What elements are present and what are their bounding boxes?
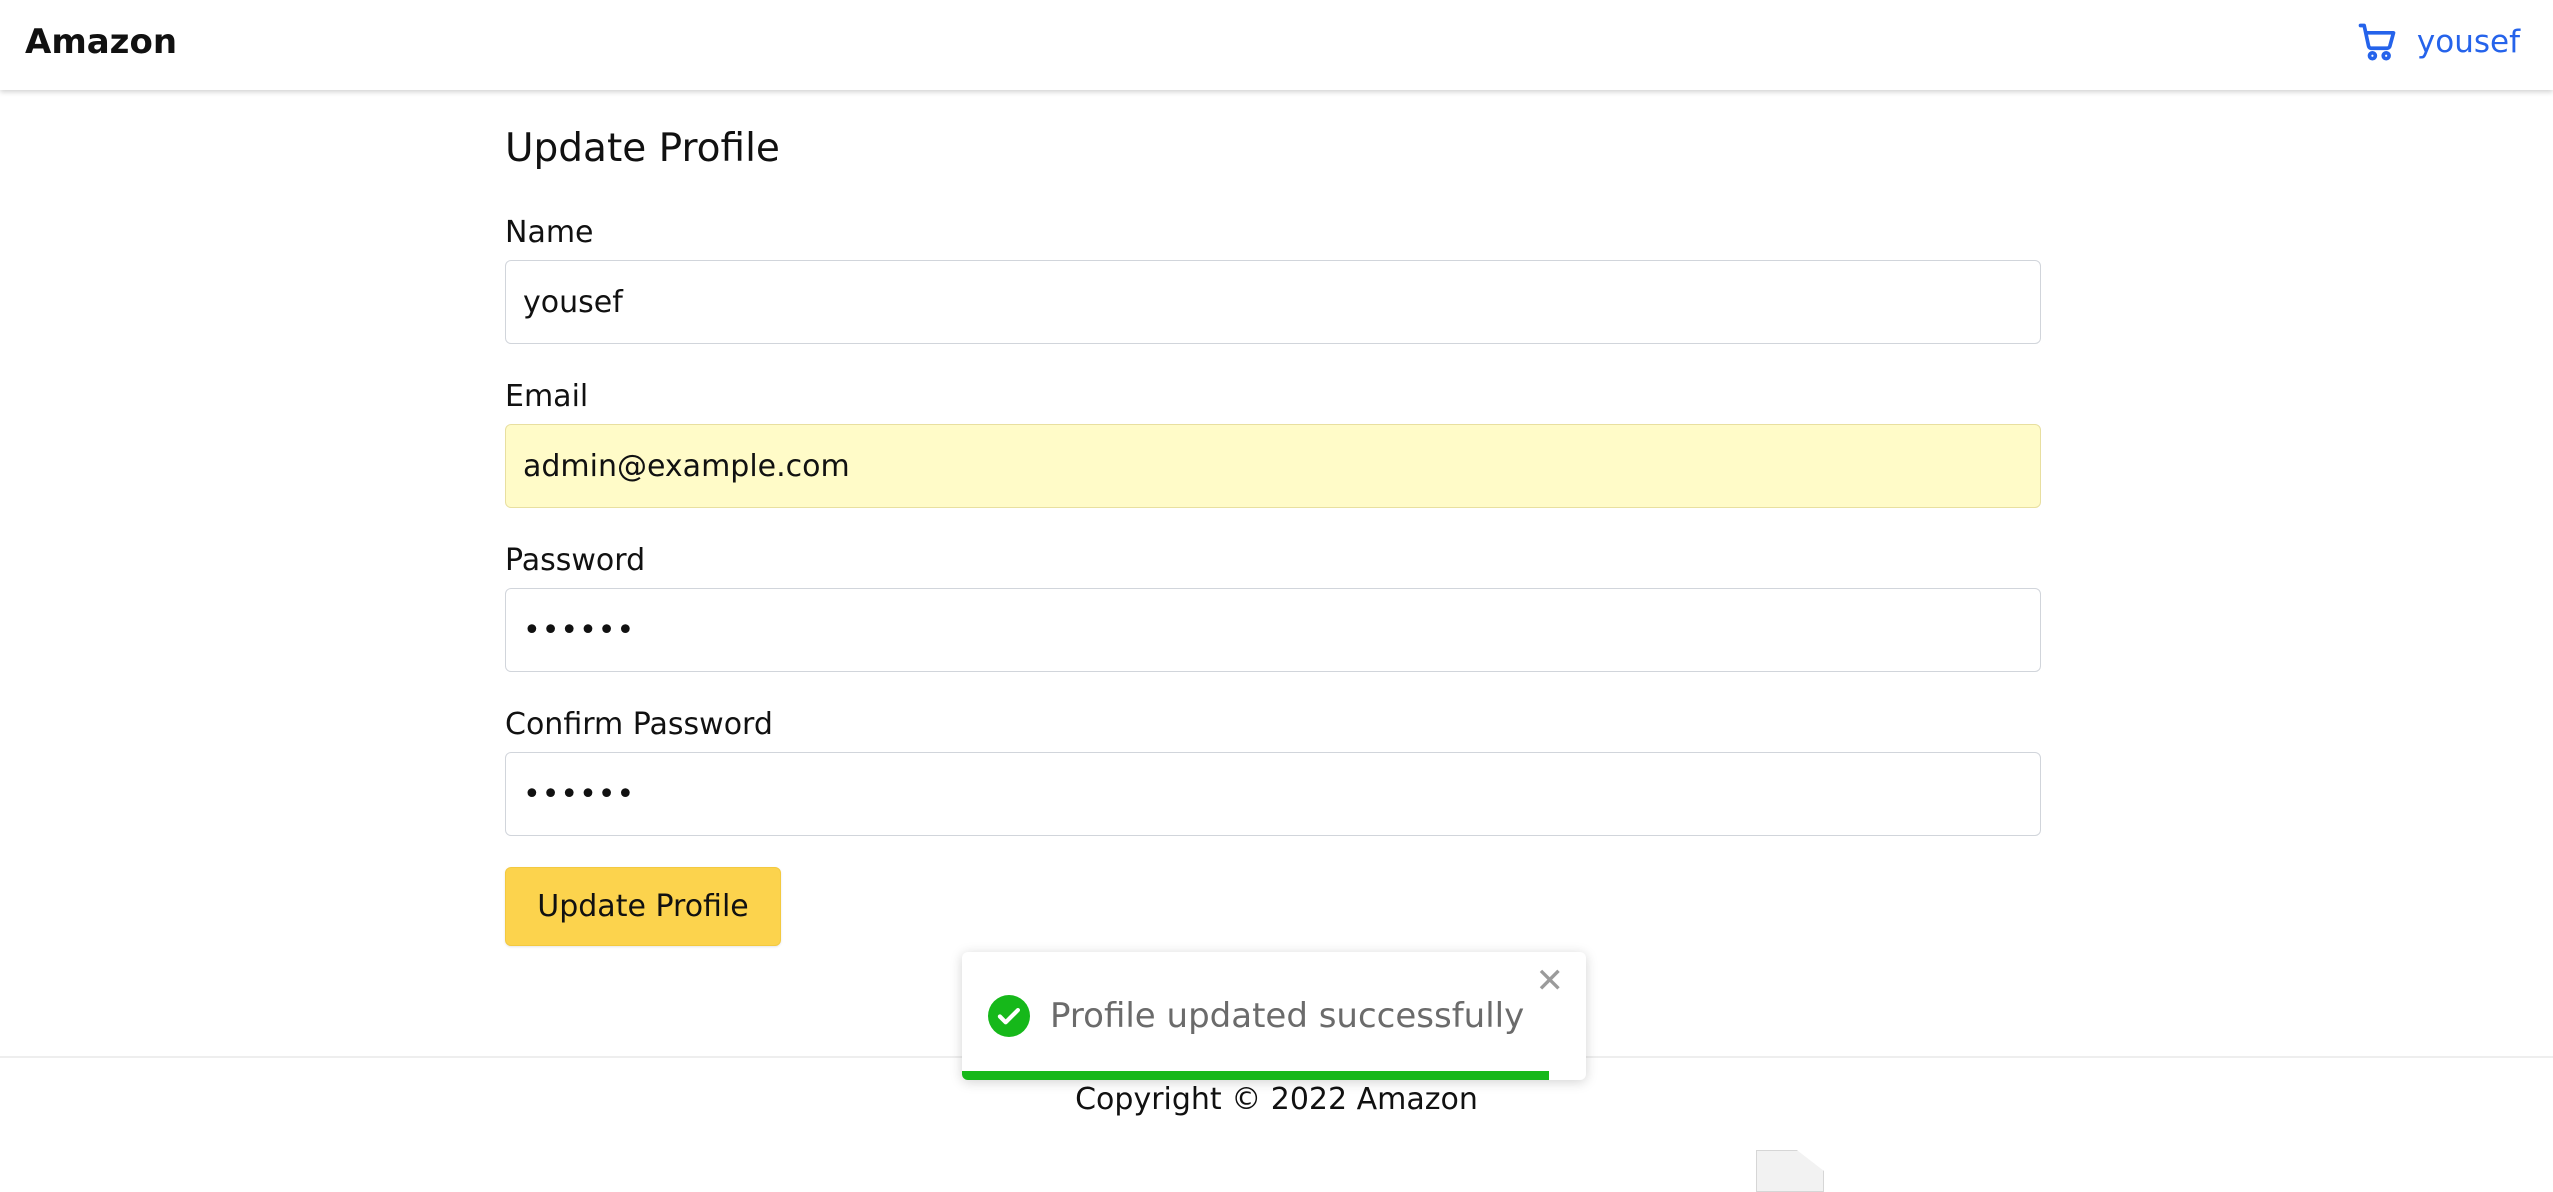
toast-message: Profile updated successfully bbox=[1050, 996, 1525, 1036]
username-link[interactable]: yousef bbox=[2417, 24, 2520, 60]
page-title: Update Profile bbox=[505, 126, 780, 171]
email-field[interactable] bbox=[505, 424, 2041, 508]
confirm-password-label: Confirm Password bbox=[505, 707, 773, 742]
cart-icon[interactable] bbox=[2355, 20, 2399, 64]
update-profile-button[interactable]: Update Profile bbox=[505, 867, 781, 946]
footer-copyright: Copyright © 2022 Amazon bbox=[1075, 1082, 1478, 1117]
confirm-password-field[interactable] bbox=[505, 752, 2041, 836]
name-field[interactable] bbox=[505, 260, 2041, 344]
top-navbar: Amazon yousef bbox=[0, 0, 2553, 90]
check-circle-icon bbox=[988, 995, 1030, 1037]
toast-progress-bar bbox=[962, 1071, 1549, 1080]
email-label: Email bbox=[505, 379, 589, 414]
document-icon bbox=[1756, 1150, 1824, 1192]
password-label: Password bbox=[505, 543, 646, 578]
user-cart-link[interactable]: yousef bbox=[2355, 20, 2520, 64]
brand-logo[interactable]: Amazon bbox=[25, 22, 177, 62]
success-toast[interactable]: Profile updated successfully ✕ bbox=[962, 952, 1586, 1080]
toast-close-button[interactable]: ✕ bbox=[1536, 964, 1565, 998]
password-field[interactable] bbox=[505, 588, 2041, 672]
name-label: Name bbox=[505, 215, 594, 250]
